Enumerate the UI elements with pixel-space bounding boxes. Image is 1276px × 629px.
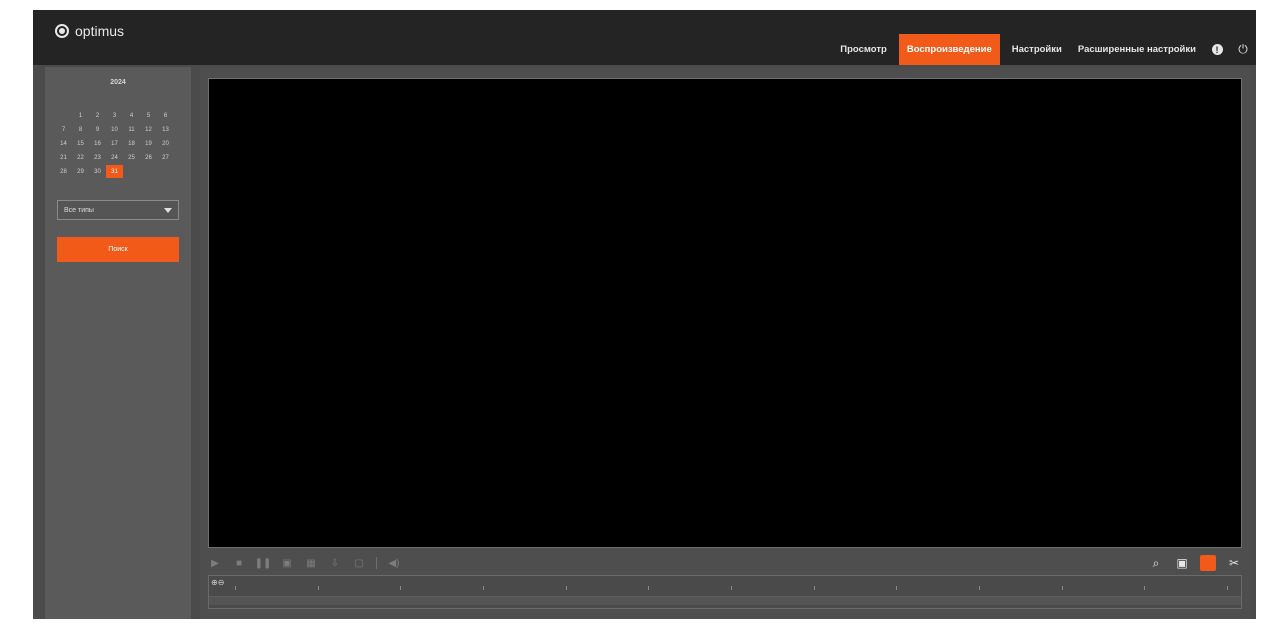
calendar-day[interactable]: 4	[123, 109, 140, 122]
calendar-weekday	[72, 95, 89, 108]
calendar-day[interactable]: 8	[72, 123, 89, 136]
calendar-day[interactable]: 29	[72, 165, 89, 178]
calendar-day[interactable]: 12	[140, 123, 157, 136]
calendar-grid: 1 2 3 4 5 6 7 8 9 10 11 12 13 14 15 16 17 18 19 20 21 22 23 24 2…	[55, 95, 174, 178]
nav-item-playback[interactable]: Воспроизведение	[898, 34, 1000, 65]
calendar-day[interactable]: 24	[106, 151, 123, 164]
playback-controls-left: ▶ ■ ❚❚ ▣ ▦ ⇩ ▢ ◀)	[208, 556, 401, 570]
timeline-tick	[896, 586, 897, 590]
app-window: optimus Просмотр Воспроизведение Настрой…	[33, 10, 1256, 619]
calendar-day[interactable]: 19	[140, 137, 157, 150]
record-type-value: Все типы	[64, 206, 94, 214]
main-nav: Просмотр Воспроизведение Настройки Расши…	[832, 34, 1256, 65]
calendar-day[interactable]: 23	[89, 151, 106, 164]
search-sidebar: 2024 1 2 3 4 5 6 7 8 9 10 11 12 13 14 15 16 17 18 19 20 21 22…	[45, 67, 191, 619]
calendar-day[interactable]: 10	[106, 123, 123, 136]
calendar-day[interactable]: 16	[89, 137, 106, 150]
zoom-icon[interactable]: ⌕	[1148, 555, 1164, 571]
volume-icon[interactable]: ◀)	[387, 556, 401, 570]
record-indicator-icon[interactable]: ■	[1200, 555, 1216, 571]
calendar-weekday	[89, 95, 106, 108]
fullscreen-icon[interactable]: ▣	[1174, 555, 1190, 571]
playback-area: ▶ ■ ❚❚ ▣ ▦ ⇩ ▢ ◀) ⌕ ▣ ■ ✂ ⊕⊖	[200, 68, 1250, 619]
timeline-tick	[814, 586, 815, 590]
play-icon[interactable]: ▶	[208, 556, 222, 570]
calendar-day[interactable]: 9	[89, 123, 106, 136]
timeline-tick	[566, 586, 567, 590]
cut-icon[interactable]: ✂	[1226, 555, 1242, 571]
calendar-day[interactable]: 27	[157, 151, 174, 164]
power-icon[interactable]: ⏻	[1230, 34, 1256, 65]
calendar-day[interactable]: 6	[157, 109, 174, 122]
clip-icon[interactable]: ▦	[304, 556, 318, 570]
calendar-weekday	[157, 95, 174, 108]
calendar-day[interactable]: 7	[55, 123, 72, 136]
pause-icon[interactable]: ❚❚	[255, 556, 272, 570]
calendar-day[interactable]: 17	[106, 137, 123, 150]
timeline-tick	[1144, 586, 1145, 590]
info-icon[interactable]: !	[1204, 34, 1230, 65]
calendar-day[interactable]: 30	[89, 165, 106, 178]
calendar-day[interactable]: 21	[55, 151, 72, 164]
logo: optimus	[55, 23, 124, 39]
record-type-select[interactable]: Все типы	[57, 200, 179, 220]
calendar-day-selected[interactable]: 31	[106, 165, 123, 178]
calendar-day[interactable]: 5	[140, 109, 157, 122]
calendar-day[interactable]: 22	[72, 151, 89, 164]
timeline-tick	[1062, 586, 1063, 590]
calendar-day[interactable]: 15	[72, 137, 89, 150]
nav-item-settings[interactable]: Настройки	[1004, 34, 1070, 65]
timeline-tick	[483, 586, 484, 590]
calendar-weekday	[55, 95, 72, 108]
calendar-day[interactable]: 2	[89, 109, 106, 122]
logo-text: optimus	[75, 23, 125, 39]
calendar-day[interactable]: 14	[55, 137, 72, 150]
timeline-tick	[648, 586, 649, 590]
calendar-year[interactable]: 2024	[110, 79, 126, 86]
nav-item-advanced-settings[interactable]: Расширенные настройки	[1070, 34, 1204, 65]
calendar-day[interactable]: 26	[140, 151, 157, 164]
download-icon[interactable]: ⇩	[328, 556, 342, 570]
calendar-day[interactable]: 3	[106, 109, 123, 122]
playback-controls: ▶ ■ ❚❚ ▣ ▦ ⇩ ▢ ◀) ⌕ ▣ ■ ✂	[208, 554, 1242, 572]
timeline-tick	[731, 586, 732, 590]
calendar-day[interactable]: 25	[123, 151, 140, 164]
timeline-tick	[979, 586, 980, 590]
calendar-day[interactable]: 13	[157, 123, 174, 136]
calendar-day[interactable]: 18	[123, 137, 140, 150]
stop-icon[interactable]: ■	[232, 556, 246, 570]
snapshot-icon[interactable]: ▣	[280, 556, 294, 570]
calendar-day[interactable]: 28	[55, 165, 72, 178]
calendar-day[interactable]: 20	[157, 137, 174, 150]
calendar-weekday	[140, 95, 157, 108]
playback-controls-right: ⌕ ▣ ■ ✂	[1148, 555, 1242, 571]
logo-icon	[55, 24, 69, 38]
timeline-tick	[318, 586, 319, 590]
calendar-day	[55, 109, 72, 122]
timeline-tick	[400, 586, 401, 590]
timeline-tick	[1227, 586, 1228, 590]
nav-item-live-view[interactable]: Просмотр	[832, 34, 895, 65]
calendar-weekday	[106, 95, 123, 108]
top-navigation-bar: optimus Просмотр Воспроизведение Настрой…	[33, 10, 1256, 65]
timeline[interactable]: ⊕⊖	[208, 575, 1242, 609]
calendar-day[interactable]: 11	[123, 123, 140, 136]
calendar-day[interactable]: 1	[72, 109, 89, 122]
timeline-track[interactable]	[209, 596, 1241, 605]
video-viewport[interactable]	[208, 78, 1242, 548]
timeline-zoom-icon[interactable]: ⊕⊖	[211, 578, 224, 587]
calendar-weekday	[123, 95, 140, 108]
timeline-ruler	[229, 576, 1241, 590]
calendar-header: 2024	[45, 79, 191, 86]
frame-icon[interactable]: ▢	[352, 556, 366, 570]
chevron-down-icon	[164, 207, 172, 213]
search-button[interactable]: Поиск	[57, 237, 179, 262]
timeline-tick	[235, 586, 236, 590]
controls-divider	[376, 557, 377, 569]
